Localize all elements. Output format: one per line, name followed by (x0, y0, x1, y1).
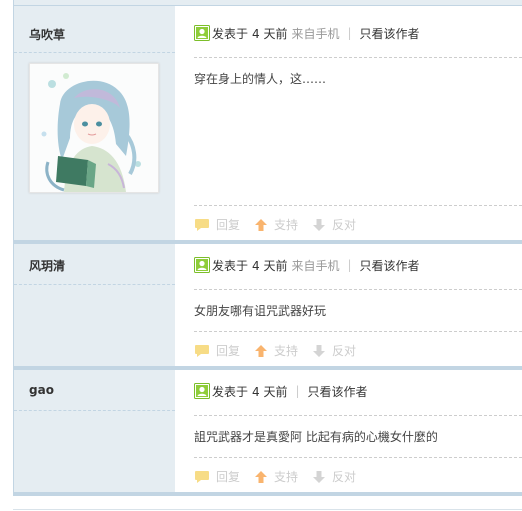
reply-icon (195, 470, 209, 483)
thread-container: 乌吹草 发表于 4 天前 来自手机 | 只看该作者 穿在身上的情人，这…… 回复… (13, 0, 522, 511)
support-button[interactable]: 支持 (254, 342, 298, 359)
post-main: 发表于 4 天前 | 只看该作者 詛咒武器才是真愛阿 比起有病的心機女什麼的 回… (175, 370, 522, 492)
post-content: 穿在身上的情人，这…… (194, 72, 327, 86)
post-actions: 回复 支持 反对 (194, 468, 370, 485)
support-label: 支持 (274, 218, 299, 232)
reply-button[interactable]: 回复 (194, 216, 240, 233)
user-online-icon (194, 383, 210, 399)
post-top-border (175, 0, 522, 6)
author-name[interactable]: 风玥清 (29, 257, 65, 274)
support-label: 支持 (274, 344, 299, 358)
post-time-prefix: 发表于 (212, 26, 249, 41)
support-icon (255, 218, 268, 231)
reply-icon (195, 344, 209, 357)
post-3: gao 发表于 4 天前 | 只看该作者 詛咒武器才是真愛阿 比起有病的心機女什… (13, 370, 522, 492)
reply-icon (195, 218, 209, 231)
post-time-prefix: 发表于 (212, 384, 249, 399)
user-online-icon (194, 25, 210, 41)
post-actions: 回复 支持 反对 (194, 342, 370, 359)
oppose-button[interactable]: 反对 (312, 342, 356, 359)
user-online-icon (194, 257, 210, 273)
meta-divider-line (194, 415, 522, 416)
only-author-link[interactable]: 只看该作者 (360, 25, 420, 42)
actions-divider-line (194, 331, 522, 332)
oppose-button[interactable]: 反对 (312, 468, 356, 485)
meta-divider-line (194, 57, 522, 58)
oppose-icon (313, 344, 326, 357)
avatar[interactable] (29, 63, 159, 193)
post-content: 女朋友哪有诅咒武器好玩 (194, 304, 327, 318)
reply-button[interactable]: 回复 (194, 468, 240, 485)
meta-divider: | (295, 384, 300, 398)
post-source: 来自手机 (291, 26, 340, 41)
oppose-label: 反对 (332, 218, 357, 232)
footer-border (13, 509, 522, 510)
oppose-icon (313, 218, 326, 231)
reply-label: 回复 (216, 218, 241, 232)
author-name[interactable]: 乌吹草 (29, 26, 65, 43)
author-name[interactable]: gao (29, 383, 54, 397)
post-main: 发表于 4 天前 来自手机 | 只看该作者 女朋友哪有诅咒武器好玩 回复 支持 … (175, 244, 522, 366)
post-author-panel: 乌吹草 (13, 0, 176, 240)
post-author-panel: 风玥清 (13, 244, 176, 366)
meta-divider: | (347, 26, 352, 40)
post-source: 来自手机 (291, 258, 340, 273)
post-1: 乌吹草 发表于 4 天前 来自手机 | 只看该作者 穿在身上的情人，这…… 回复… (13, 0, 522, 240)
reply-label: 回复 (216, 344, 241, 358)
support-icon (255, 344, 268, 357)
avatar-illustration (30, 64, 158, 192)
author-divider (14, 410, 175, 411)
oppose-label: 反对 (332, 470, 357, 484)
actions-divider-line (194, 457, 522, 458)
meta-divider-line (194, 289, 522, 290)
post-author-panel: gao (13, 370, 176, 492)
post-meta: 发表于 4 天前 来自手机 | 只看该作者 (194, 24, 420, 42)
oppose-label: 反对 (332, 344, 357, 358)
only-author-link[interactable]: 只看该作者 (308, 383, 368, 400)
post-2: 风玥清 发表于 4 天前 来自手机 | 只看该作者 女朋友哪有诅咒武器好玩 回复… (13, 244, 522, 366)
post-time: 4 天前 (252, 384, 288, 399)
post-content: 詛咒武器才是真愛阿 比起有病的心機女什麼的 (194, 430, 438, 444)
author-divider (14, 284, 175, 285)
support-label: 支持 (274, 470, 299, 484)
thread-bottom-border (13, 492, 522, 496)
support-button[interactable]: 支持 (254, 468, 298, 485)
oppose-button[interactable]: 反对 (312, 216, 356, 233)
reply-label: 回复 (216, 470, 241, 484)
only-author-link[interactable]: 只看该作者 (360, 257, 420, 274)
support-icon (255, 470, 268, 483)
post-actions: 回复 支持 反对 (194, 216, 370, 233)
post-time: 4 天前 (252, 258, 288, 273)
post-meta: 发表于 4 天前 | 只看该作者 (194, 382, 368, 400)
post-meta: 发表于 4 天前 来自手机 | 只看该作者 (194, 256, 420, 274)
post-time: 4 天前 (252, 26, 288, 41)
post-top-border (14, 0, 175, 6)
meta-divider: | (347, 258, 352, 272)
oppose-icon (313, 470, 326, 483)
actions-divider-line (194, 205, 522, 206)
author-divider (14, 52, 175, 53)
post-main: 发表于 4 天前 来自手机 | 只看该作者 穿在身上的情人，这…… 回复 支持 … (175, 0, 522, 240)
support-button[interactable]: 支持 (254, 216, 298, 233)
post-time-prefix: 发表于 (212, 258, 249, 273)
reply-button[interactable]: 回复 (194, 342, 240, 359)
